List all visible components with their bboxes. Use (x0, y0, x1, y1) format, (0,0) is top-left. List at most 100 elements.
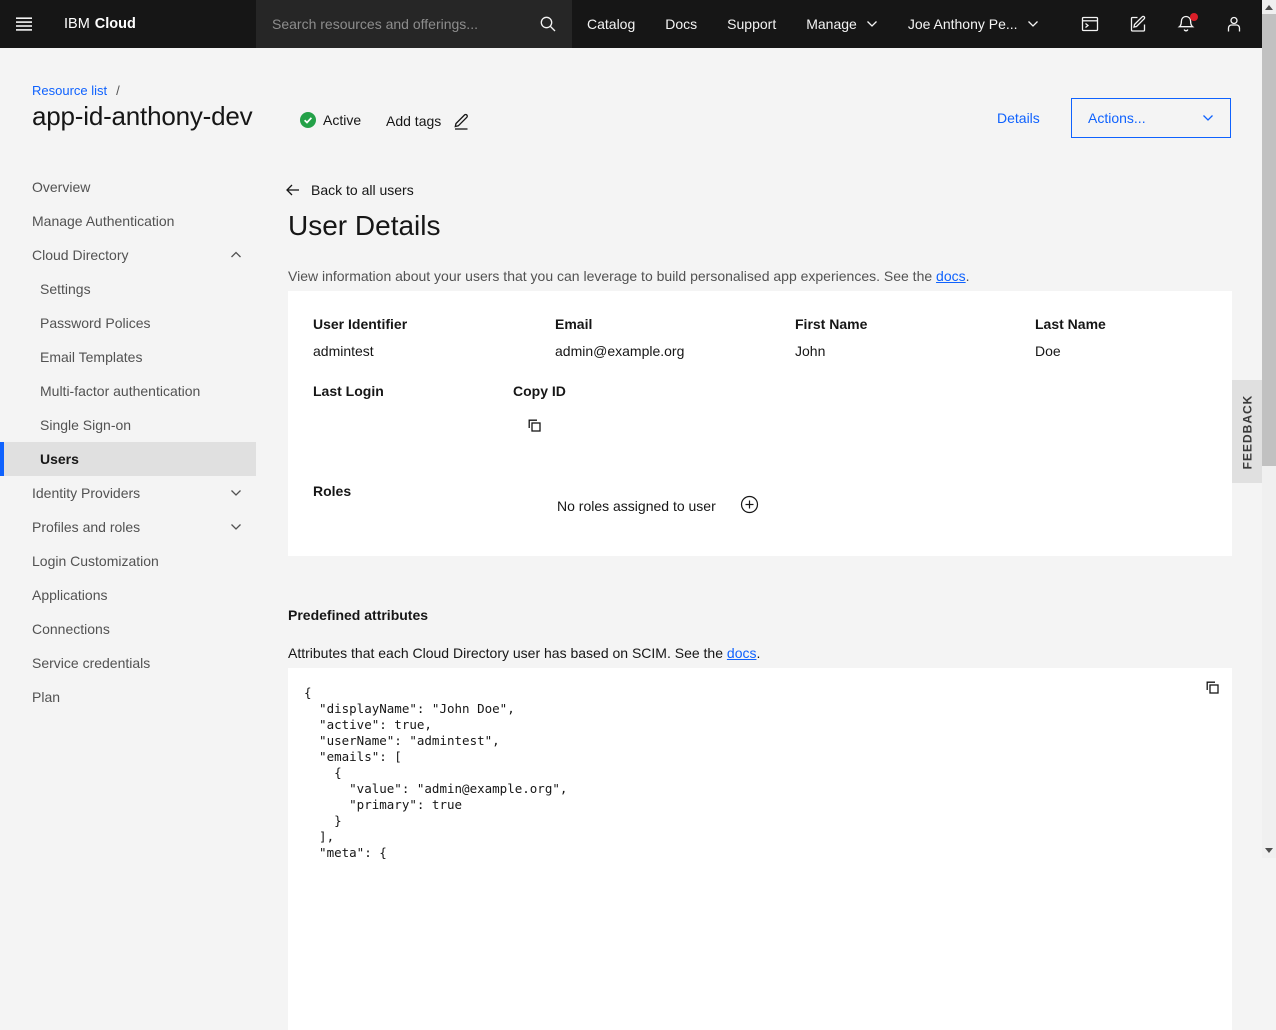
sidebar-item-profiles-and-roles[interactable]: Profiles and roles (0, 510, 256, 544)
breadcrumb-resource-list[interactable]: Resource list (32, 83, 107, 98)
copy-icon (526, 417, 543, 434)
sidebar-item-label: Plan (32, 689, 60, 705)
sidebar-item-login-customization[interactable]: Login Customization (0, 544, 256, 578)
doc-feedback-button[interactable] (1114, 0, 1162, 48)
search-input[interactable] (256, 0, 524, 48)
sidebar-item-password-polices[interactable]: Password Polices (0, 306, 256, 340)
sidebar-item-applications[interactable]: Applications (0, 578, 256, 612)
sidebar-item-multi-factor-authentication[interactable]: Multi-factor authentication (0, 374, 256, 408)
nav-manage-menu[interactable]: Manage (791, 0, 893, 48)
code-content: { "displayName": "John Doe", "active": t… (288, 668, 1232, 878)
sidebar-item-cloud-directory[interactable]: Cloud Directory (0, 238, 256, 272)
scrollbar-up-arrow[interactable] (1265, 5, 1273, 10)
docs-link[interactable]: docs (936, 268, 966, 284)
sidebar-item-label: Multi-factor authentication (40, 383, 200, 399)
details-link[interactable]: Details (997, 110, 1040, 126)
sidebar-item-label: Single Sign-on (40, 417, 131, 433)
user-identifier-value: admintest (313, 343, 374, 359)
add-circle-icon (740, 495, 759, 514)
profile-button[interactable] (1210, 0, 1258, 48)
edit-feedback-icon (1128, 14, 1148, 34)
last-login-label: Last Login (313, 383, 384, 399)
copy-id-label: Copy ID (513, 383, 566, 399)
chevron-up-icon (230, 251, 242, 259)
sidebar-item-identity-providers[interactable]: Identity Providers (0, 476, 256, 510)
add-tags-button[interactable]: Add tags (386, 112, 470, 130)
breadcrumb-separator: / (116, 83, 120, 98)
nav-manage-label: Manage (806, 16, 857, 32)
actions-label: Actions... (1088, 110, 1146, 126)
checkmark-filled-icon (300, 112, 316, 128)
sidebar-item-service-credentials[interactable]: Service credentials (0, 646, 256, 680)
back-to-all-users-link[interactable]: Back to all users (285, 182, 414, 198)
chevron-down-icon (1027, 20, 1039, 28)
nav-support[interactable]: Support (712, 0, 791, 48)
sidebar-item-users[interactable]: Users (0, 442, 256, 476)
sidebar-item-manage-authentication[interactable]: Manage Authentication (0, 204, 256, 238)
status-badge: Active (300, 112, 361, 128)
brand-cloud: Cloud (95, 16, 136, 32)
top-nav: IBM Cloud Catalog Docs Support Manage Jo… (0, 0, 1262, 48)
sidebar-item-label: Applications (32, 587, 108, 603)
copy-code-button[interactable] (1204, 679, 1221, 696)
sidebar-item-email-templates[interactable]: Email Templates (0, 340, 256, 374)
side-nav: Overview Manage Authentication Cloud Dir… (0, 170, 256, 714)
sidebar-item-label: Service credentials (32, 655, 150, 671)
sidebar-item-overview[interactable]: Overview (0, 170, 256, 204)
header-icon-buttons (1066, 0, 1258, 48)
sidebar-item-label: Overview (32, 179, 90, 195)
status-label: Active (323, 112, 361, 128)
web-terminal-button[interactable] (1066, 0, 1114, 48)
add-role-button[interactable] (740, 495, 759, 514)
global-search (256, 0, 572, 48)
nav-account-menu[interactable]: Joe Anthony Pe... (893, 0, 1054, 48)
menu-button[interactable] (0, 0, 48, 48)
back-link-label: Back to all users (311, 182, 414, 198)
sidebar-item-label: Identity Providers (32, 485, 140, 501)
sidebar-item-plan[interactable]: Plan (0, 680, 256, 714)
user-avatar-icon (1224, 14, 1244, 34)
sidebar-item-label: Manage Authentication (32, 213, 174, 229)
brand-ibm: IBM (64, 16, 90, 32)
first-name-value: John (795, 343, 825, 359)
scrollbar-down-arrow[interactable] (1265, 848, 1273, 853)
nav-account-label: Joe Anthony Pe... (908, 16, 1018, 32)
lead-period: . (966, 268, 970, 284)
brand-logo[interactable]: IBM Cloud (64, 0, 136, 48)
nav-catalog[interactable]: Catalog (572, 0, 650, 48)
arrow-left-icon (285, 182, 301, 198)
web-terminal-icon (1080, 14, 1100, 34)
email-value: admin@example.org (555, 343, 684, 359)
sidebar-item-connections[interactable]: Connections (0, 612, 256, 646)
sidebar-item-single-sign-on[interactable]: Single Sign-on (0, 408, 256, 442)
search-button[interactable] (524, 0, 572, 48)
chevron-down-icon (230, 523, 242, 531)
email-label: Email (555, 316, 592, 332)
page-title: app-id-anthony-dev (32, 101, 252, 132)
lead-text: View information about your users that y… (288, 268, 936, 284)
notifications-button[interactable] (1162, 0, 1210, 48)
feedback-label: FEEDBACK (1241, 394, 1255, 469)
docs-link[interactable]: docs (727, 645, 757, 661)
first-name-label: First Name (795, 316, 867, 332)
sidebar-item-label: Users (40, 451, 79, 467)
nav-docs[interactable]: Docs (650, 0, 712, 48)
breadcrumb: Resource list / (32, 83, 120, 98)
actions-dropdown[interactable]: Actions... (1071, 98, 1231, 138)
copy-id-button[interactable] (526, 417, 543, 434)
last-name-value: Doe (1035, 343, 1061, 359)
chevron-down-icon (866, 20, 878, 28)
user-identifier-label: User Identifier (313, 316, 407, 332)
scrollbar-thumb[interactable] (1262, 14, 1276, 466)
predef-desc-text: Attributes that each Cloud Directory use… (288, 645, 727, 661)
vertical-scrollbar[interactable] (1262, 0, 1276, 858)
feedback-tab[interactable]: FEEDBACK (1232, 380, 1263, 483)
predefined-attributes-heading: Predefined attributes (288, 607, 428, 623)
user-details-card: User Identifier Email First Name Last Na… (288, 291, 1232, 556)
roles-label: Roles (313, 483, 351, 499)
sidebar-item-label: Profiles and roles (32, 519, 140, 535)
sidebar-item-label: Cloud Directory (32, 247, 128, 263)
user-details-heading: User Details (288, 210, 440, 242)
sidebar-item-settings[interactable]: Settings (0, 272, 256, 306)
sidebar-item-label: Password Polices (40, 315, 151, 331)
